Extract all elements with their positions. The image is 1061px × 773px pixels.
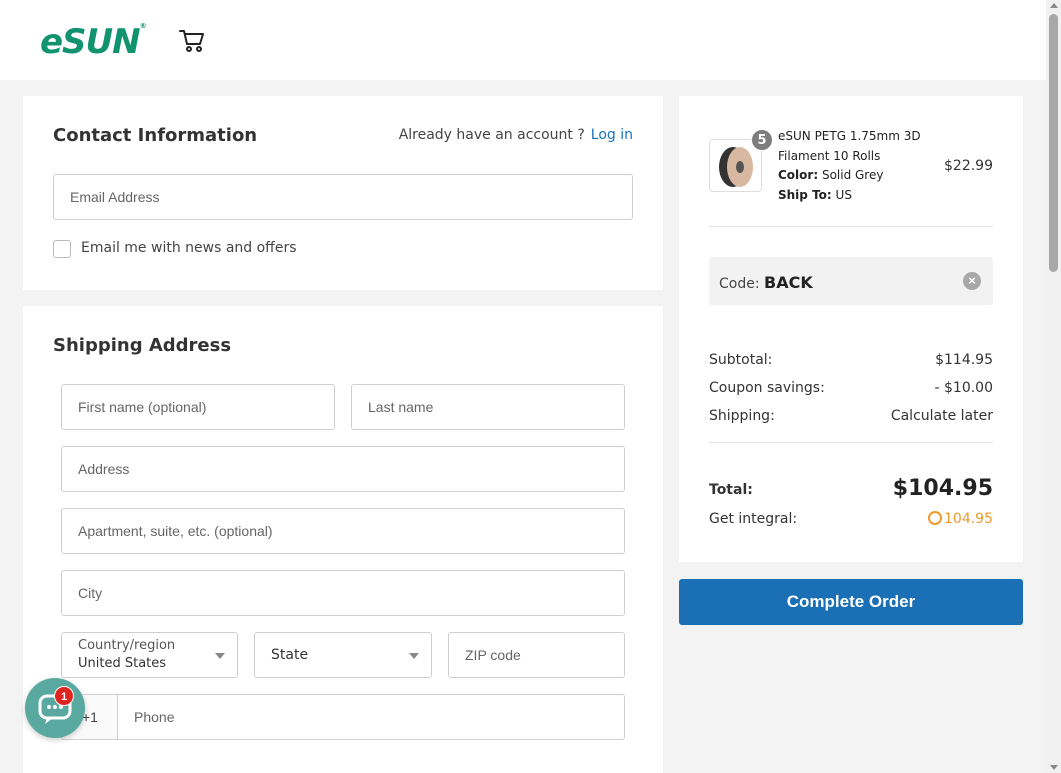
address-input[interactable] [62, 447, 624, 491]
divider [709, 442, 993, 443]
country-select[interactable]: Country/region United States [61, 632, 238, 678]
discount-code-box: Code: BACK × [709, 257, 993, 305]
newsletter-checkbox[interactable] [53, 240, 71, 258]
esun-logo[interactable]: eSUN® [40, 22, 147, 62]
chat-widget-button[interactable] [25, 678, 85, 738]
logo-registered-mark: ® [139, 22, 147, 30]
subtotal-value: $114.95 [935, 352, 993, 368]
reward-points-icon [928, 511, 942, 525]
integral-value: 104.95 [928, 511, 993, 527]
color-label: Color: [778, 168, 819, 182]
chat-unread-badge: 1 [54, 686, 74, 706]
chevron-down-icon [215, 653, 225, 659]
chat-bubble-icon [38, 694, 72, 724]
country-label: Country/region [78, 638, 176, 653]
color-value: Solid Grey [821, 168, 884, 182]
integral-amount: 104.95 [944, 511, 993, 527]
contact-information-card: Contact Information Already have an acco… [23, 96, 663, 290]
code-value: BACK [764, 273, 813, 292]
login-link[interactable]: Log in [591, 127, 633, 143]
total-value: $104.95 [892, 476, 993, 501]
phone-input[interactable] [118, 695, 624, 739]
email-field[interactable] [53, 174, 633, 220]
state-select[interactable]: State [254, 632, 432, 678]
coupon-savings-value: - $10.00 [934, 380, 994, 396]
product-color: Color: Solid Grey [778, 168, 883, 182]
subtotal-label: Subtotal: [709, 352, 773, 368]
page-scrollbar[interactable] [1046, 0, 1061, 773]
shipping-value: Calculate later [890, 408, 993, 424]
quantity-badge: 5 [751, 129, 773, 151]
city-field[interactable] [61, 570, 625, 616]
order-summary-card: 5 eSUN PETG 1.75mm 3D Filament 10 Rolls … [679, 96, 1023, 562]
discount-code: Code: BACK [719, 273, 813, 292]
apartment-field[interactable] [61, 508, 625, 554]
account-prompt: Already have an account ? Log in [399, 127, 633, 143]
account-prompt-text: Already have an account ? [398, 127, 585, 143]
contact-title: Contact Information [53, 125, 258, 146]
last-name-field[interactable] [351, 384, 625, 430]
city-input[interactable] [62, 571, 624, 615]
state-value: State [271, 647, 309, 663]
total-label: Total: [709, 482, 753, 498]
coupon-savings-label: Coupon savings: [709, 380, 825, 396]
first-name-input[interactable] [62, 385, 334, 429]
phone-field[interactable] [117, 694, 625, 740]
scrollbar-thumb[interactable] [1049, 14, 1058, 272]
remove-code-icon[interactable]: × [963, 272, 981, 290]
ship-to-label: Ship To: [778, 188, 832, 202]
scroll-down-icon[interactable] [1050, 765, 1058, 770]
code-label: Code: [719, 276, 760, 292]
shipping-title: Shipping Address [53, 335, 232, 356]
divider [709, 226, 993, 227]
cart-icon[interactable] [178, 27, 206, 55]
first-name-field[interactable] [61, 384, 335, 430]
newsletter-label: Email me with news and offers [81, 240, 297, 256]
site-header: eSUN® [0, 0, 1046, 80]
product-price: $22.99 [944, 158, 993, 174]
logo-text: eSUN [40, 22, 141, 62]
scroll-up-icon[interactable] [1050, 3, 1058, 8]
apartment-input[interactable] [62, 509, 624, 553]
zip-input[interactable] [449, 633, 624, 677]
product-ship-to: Ship To: US [778, 188, 852, 202]
shipping-address-card: Shipping Address Country/region United S… [23, 306, 663, 773]
product-name: eSUN PETG 1.75mm 3D Filament 10 Rolls [778, 129, 921, 163]
country-value: United States [78, 656, 167, 671]
integral-label: Get integral: [709, 511, 798, 527]
zip-field[interactable] [448, 632, 625, 678]
chevron-down-icon [409, 653, 419, 659]
complete-order-button[interactable]: Complete Order [679, 579, 1023, 625]
address-field[interactable] [61, 446, 625, 492]
email-input[interactable] [54, 175, 632, 219]
last-name-input[interactable] [352, 385, 624, 429]
shipping-label: Shipping: [709, 408, 775, 424]
ship-to-value: US [835, 188, 852, 202]
